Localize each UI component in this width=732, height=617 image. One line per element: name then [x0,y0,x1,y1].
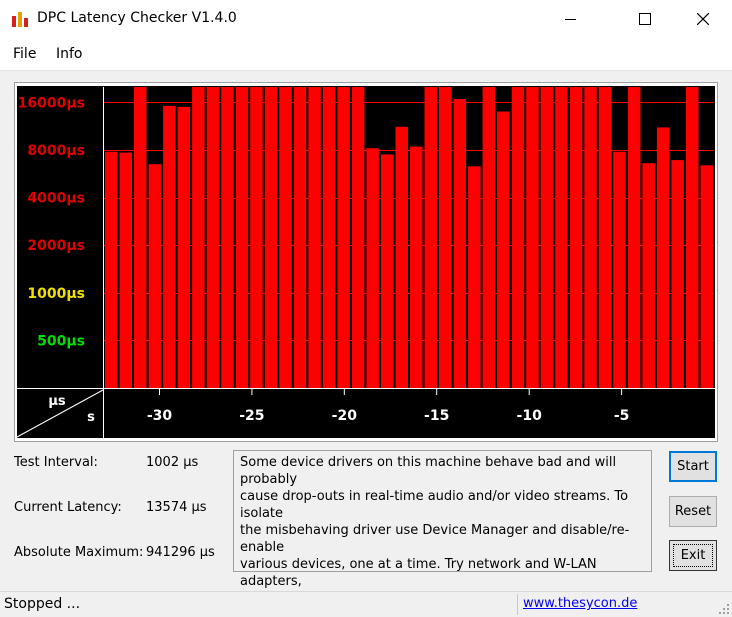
x-tick-label: -5 [614,408,630,424]
x-tick-label: -30 [147,408,173,424]
y-tick-label: 2000µs [27,238,85,254]
latency-bar [308,87,321,388]
latency-bar [192,87,205,388]
y-tick-label: 16000µs [18,95,85,111]
latency-bar [439,87,452,388]
latency-bar [337,87,350,388]
resize-grip-icon[interactable] [718,603,730,615]
latency-bar [526,87,539,388]
x-tick-label: -20 [332,408,358,424]
window-title: DPC Latency Checker V1.4.0 [37,10,237,26]
latency-bar [163,105,176,389]
latency-bar [322,87,336,388]
current-latency-label: Current Latency: [14,500,122,515]
latency-bar [511,87,525,388]
menu-bar: File Info [0,38,732,71]
latency-bar [497,111,510,388]
latency-bar [105,151,118,388]
latency-bar [366,148,379,388]
latency-bar [134,87,147,388]
close-button[interactable] [680,0,726,38]
close-icon [697,13,709,25]
latency-bar [700,165,713,388]
latency-bar [482,87,496,388]
latency-chart: 16000µs 8000µs 4000µs 2000µs 1000µs 500µs -30 -… [17,86,715,438]
x-tick-label: -10 [517,408,543,424]
latency-bar [381,154,394,388]
status-text: Stopped ... [4,596,81,612]
y-tick-label: 500µs [37,333,85,349]
y-tick-label: 4000µs [27,191,85,207]
latency-bar [235,87,249,388]
latency-bar [264,87,278,388]
menu-info[interactable]: Info [56,46,83,62]
latency-bar [410,146,423,388]
latency-bar [177,106,191,389]
latency-bar [569,87,583,388]
app-icon [12,12,28,27]
latency-bar [250,87,263,388]
status-separator [517,594,518,615]
latency-bar [453,99,467,388]
latency-bar [613,151,626,388]
maximize-button[interactable] [622,0,668,38]
test-interval-label: Test Interval: [14,455,98,470]
latency-bar [293,87,307,388]
latency-bar [656,127,670,389]
title-bar: DPC Latency Checker V1.4.0 [0,0,732,38]
latency-bar [686,87,699,388]
latency-bar [598,87,612,388]
latency-bar [395,126,408,389]
latency-bar [540,87,554,388]
latency-bar [627,87,641,388]
minimize-icon [565,19,576,20]
reset-button[interactable]: Reset [669,496,717,527]
x-tick-label: -25 [239,408,264,424]
latency-bar [642,163,655,388]
maximize-icon [639,13,651,25]
y-tick-label: 1000µs [27,286,85,302]
minimize-button[interactable] [548,0,594,38]
y-tick-label: 8000µs [27,143,85,159]
test-interval-value: 1002 µs [146,455,199,470]
latency-bar [424,87,437,388]
latency-bar [279,87,292,388]
latency-bar [221,87,234,388]
latency-bar [555,87,568,388]
latency-bar [206,87,220,388]
menu-file[interactable]: File [13,46,36,62]
latency-bar [119,152,132,388]
y-unit-label: µs [48,394,66,409]
x-tick-label: -15 [424,408,449,424]
website-link[interactable]: www.thesycon.de [523,596,637,611]
absolute-max-value: 941296 µs [146,545,215,560]
status-bar: Stopped ... www.thesycon.de [0,591,732,617]
latency-bar [671,160,684,388]
x-unit-label: s [87,410,95,425]
current-latency-value: 13574 µs [146,500,207,515]
latency-bar [351,87,365,388]
latency-bar [468,166,481,388]
info-message: Some device drivers on this machine beha… [233,450,652,606]
latency-bar [584,87,597,388]
exit-button[interactable]: Exit [669,540,717,571]
absolute-max-label: Absolute Maximum: [14,545,144,560]
start-button[interactable]: Start [669,451,717,482]
latency-bar [148,164,162,388]
